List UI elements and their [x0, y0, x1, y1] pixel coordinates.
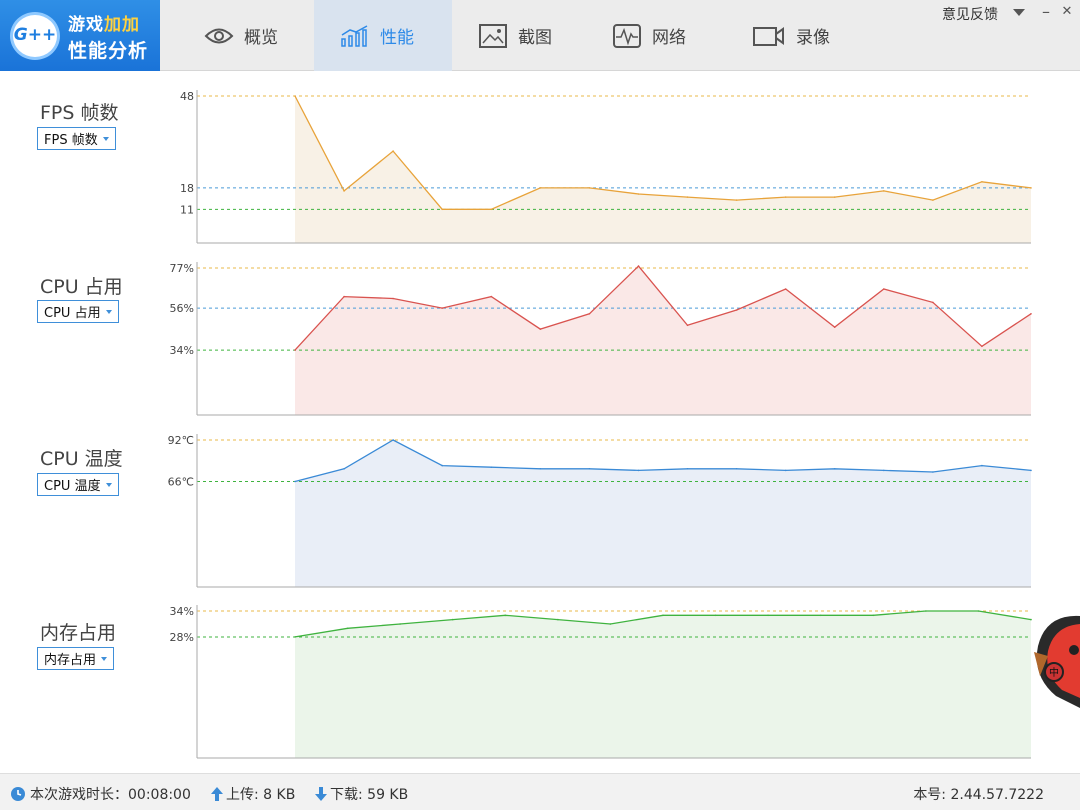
- status-bar: 本次游戏时长：00:08:00 上传: 8 KB 下载: 59 KB 本号: 2…: [0, 773, 1080, 810]
- data-point: [833, 196, 836, 198]
- y-tick-label: 77%: [170, 262, 194, 275]
- data-point: [637, 469, 640, 472]
- data-point: [932, 199, 934, 201]
- data-point: [981, 345, 983, 348]
- data-point: [686, 468, 689, 470]
- data-point: [557, 618, 559, 621]
- download-stat-text: 下载: 59 KB: [330, 787, 409, 803]
- data-point: [392, 150, 394, 152]
- y-tick-label: 92℃: [168, 434, 194, 447]
- data-point: [784, 196, 787, 198]
- data-point: [784, 288, 787, 290]
- data-point: [441, 307, 444, 309]
- data-point: [932, 471, 934, 473]
- data-point: [392, 297, 394, 300]
- y-tick-label: 56%: [170, 302, 194, 315]
- data-point: [925, 610, 927, 612]
- data-point: [977, 610, 980, 612]
- data-point: [392, 439, 394, 441]
- series-area: [295, 440, 1031, 587]
- version-text: 本号: 2.44.57.7222: [913, 787, 1044, 803]
- data-point: [735, 199, 738, 201]
- data-point: [441, 464, 444, 467]
- data-point: [662, 614, 664, 617]
- data-point: [588, 187, 591, 189]
- data-point: [1030, 469, 1032, 472]
- app-window: G++ 游戏加加 性能分析 概览 性能 截图 网络 录像 意见反馈 – ✕ FP…: [0, 0, 1080, 810]
- clock-icon: [11, 787, 25, 801]
- upload-stat-text: 上传: 8 KB: [226, 787, 296, 803]
- data-point: [539, 468, 542, 470]
- data-point: [637, 193, 640, 195]
- data-point: [490, 295, 493, 298]
- y-tick-label: 48: [180, 90, 194, 103]
- mascot-character: 中: [1034, 615, 1080, 708]
- data-point: [609, 623, 612, 625]
- y-tick-label: 28%: [170, 631, 194, 644]
- upload-stat: 上传: 8 KB: [210, 784, 295, 804]
- data-point: [981, 464, 983, 467]
- data-point: [588, 313, 591, 315]
- data-point: [504, 614, 507, 617]
- download-arrow-icon: [315, 787, 327, 801]
- series-area: [295, 611, 1031, 758]
- download-stat: 下载: 59 KB: [314, 784, 408, 804]
- y-tick-label: 18: [180, 182, 194, 195]
- data-point: [932, 301, 934, 304]
- data-point: [399, 623, 401, 625]
- data-point: [539, 187, 542, 189]
- performance-charts: 48 18 11 77% 56% 34% 92℃ 66℃ 34% 28%: [168, 90, 1032, 759]
- data-point: [1030, 313, 1032, 315]
- data-point: [539, 328, 542, 330]
- data-point: [714, 614, 717, 617]
- y-tick-label: 34%: [170, 605, 194, 618]
- data-point: [819, 614, 822, 617]
- mascot-badge-text: 中: [1049, 666, 1059, 679]
- data-point: [343, 468, 345, 470]
- upload-arrow-icon: [211, 787, 223, 801]
- data-point: [343, 190, 345, 192]
- data-point: [294, 349, 296, 351]
- y-tick-label: 11: [180, 203, 194, 216]
- data-point: [451, 618, 454, 621]
- data-point: [637, 265, 640, 267]
- data-point: [883, 190, 885, 192]
- session-duration-text: 本次游戏时长：00:08:00: [30, 787, 191, 803]
- series-area: [295, 266, 1031, 415]
- data-point: [883, 469, 885, 472]
- data-point: [735, 309, 738, 311]
- data-point: [294, 480, 296, 483]
- data-point: [686, 196, 689, 198]
- data-point: [883, 288, 885, 290]
- data-point: [294, 636, 296, 638]
- session-duration: 本次游戏时长：00:08:00: [10, 784, 191, 804]
- data-point: [1030, 187, 1032, 189]
- data-point: [833, 326, 836, 329]
- data-point: [767, 614, 769, 617]
- data-point: [981, 181, 983, 183]
- data-point: [346, 627, 349, 630]
- data-point: [490, 466, 493, 469]
- data-point: [833, 468, 836, 470]
- y-tick-label: 66℃: [168, 476, 194, 489]
- data-point: [686, 324, 689, 327]
- y-tick-label: 34%: [170, 344, 194, 357]
- data-point: [490, 208, 493, 211]
- data-point: [441, 208, 444, 211]
- series-area: [295, 96, 1031, 243]
- data-point: [735, 468, 738, 470]
- data-point: [588, 468, 591, 470]
- data-point: [343, 295, 345, 298]
- data-point: [294, 95, 296, 97]
- data-point: [784, 469, 787, 472]
- data-point: [872, 614, 875, 617]
